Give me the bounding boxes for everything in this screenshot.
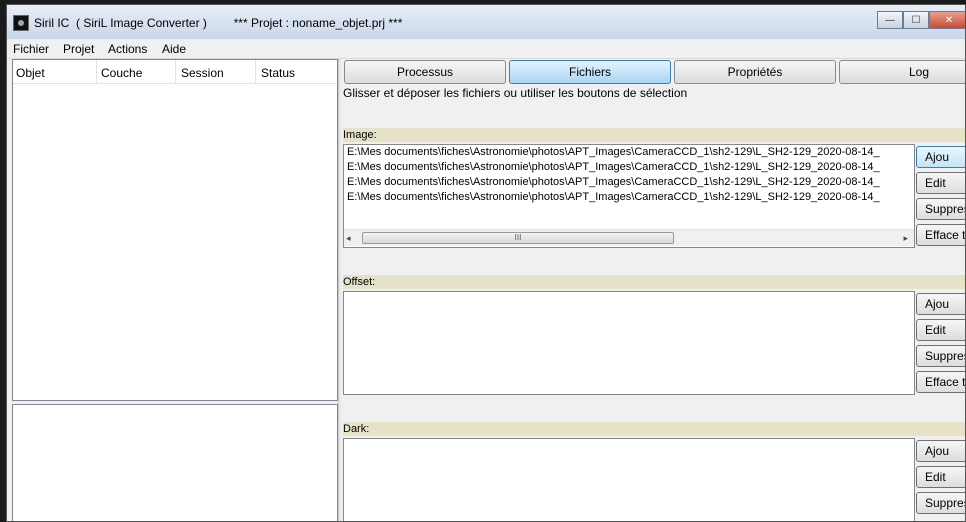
title-bar[interactable]: Siril IC ( SiriL Image Converter ) *** P… — [7, 5, 965, 39]
object-list[interactable]: Objet Couche Session Status — [12, 59, 338, 401]
close-icon[interactable]: ✕ — [929, 11, 965, 29]
scroll-right-icon[interactable]: ▸ — [903, 233, 908, 244]
offset-edit-button[interactable]: Edit — [916, 319, 965, 341]
app-icon — [13, 15, 29, 31]
offset-file-list[interactable] — [343, 291, 915, 395]
list-item[interactable]: E:\Mes documents\fiches\Astronomie\photo… — [344, 160, 914, 175]
list-item[interactable]: E:\Mes documents\fiches\Astronomie\photo… — [344, 145, 914, 160]
column-divider[interactable] — [175, 60, 176, 83]
column-divider[interactable] — [255, 60, 256, 83]
image-clear-button[interactable]: Efface t — [916, 224, 965, 246]
menu-actions[interactable]: Actions — [108, 42, 147, 56]
column-objet[interactable]: Objet — [16, 66, 45, 80]
column-status[interactable]: Status — [261, 66, 295, 80]
object-list-header: Objet Couche Session Status — [13, 60, 337, 84]
image-edit-button[interactable]: Edit — [916, 172, 965, 194]
column-couche[interactable]: Couche — [101, 66, 142, 80]
offset-remove-button[interactable]: Suppres — [916, 345, 965, 367]
scroll-left-icon[interactable]: ◂ — [346, 233, 351, 244]
menu-projet[interactable]: Projet — [63, 42, 94, 56]
menu-bar: Fichier Projet Actions Aide — [7, 39, 965, 59]
scrollbar-thumb[interactable]: III — [362, 232, 674, 244]
window-controls: — ☐ ✕ — [877, 11, 965, 29]
dark-file-list[interactable] — [343, 438, 915, 521]
offset-section-label: Offset: — [343, 275, 965, 289]
main-window: Siril IC ( SiriL Image Converter ) *** P… — [6, 4, 966, 522]
list-item[interactable]: E:\Mes documents\fiches\Astronomie\photo… — [344, 190, 914, 205]
column-divider[interactable] — [96, 60, 97, 83]
tab-log[interactable]: Log — [839, 60, 965, 84]
tab-processus[interactable]: Processus — [344, 60, 506, 84]
maximize-icon[interactable]: ☐ — [903, 11, 929, 29]
horizontal-scrollbar[interactable]: ◂ III ▸ — [344, 229, 914, 246]
window-title: Siril IC ( SiriL Image Converter ) *** P… — [34, 16, 403, 30]
image-remove-button[interactable]: Suppres — [916, 198, 965, 220]
image-add-button[interactable]: Ajou — [916, 146, 965, 168]
tab-fichiers[interactable]: Fichiers — [509, 60, 671, 84]
image-section-label: Image: — [343, 128, 965, 142]
dark-section-label: Dark: — [343, 422, 965, 436]
vertical-splitter[interactable] — [338, 59, 341, 521]
tab-proprietes[interactable]: Propriétés — [674, 60, 836, 84]
dark-remove-button[interactable]: Suppres — [916, 492, 965, 514]
menu-fichier[interactable]: Fichier — [13, 42, 49, 56]
list-item[interactable]: E:\Mes documents\fiches\Astronomie\photo… — [344, 175, 914, 190]
offset-add-button[interactable]: Ajou — [916, 293, 965, 315]
instructions-text: Glisser et déposer les fichiers ou utili… — [343, 86, 688, 100]
secondary-list[interactable] — [12, 404, 338, 521]
menu-aide[interactable]: Aide — [162, 42, 186, 56]
offset-clear-button[interactable]: Efface t — [916, 371, 965, 393]
column-session[interactable]: Session — [181, 66, 224, 80]
dark-add-button[interactable]: Ajou — [916, 440, 965, 462]
image-file-list[interactable]: E:\Mes documents\fiches\Astronomie\photo… — [343, 144, 915, 248]
dark-edit-button[interactable]: Edit — [916, 466, 965, 488]
minimize-icon[interactable]: — — [877, 11, 903, 29]
